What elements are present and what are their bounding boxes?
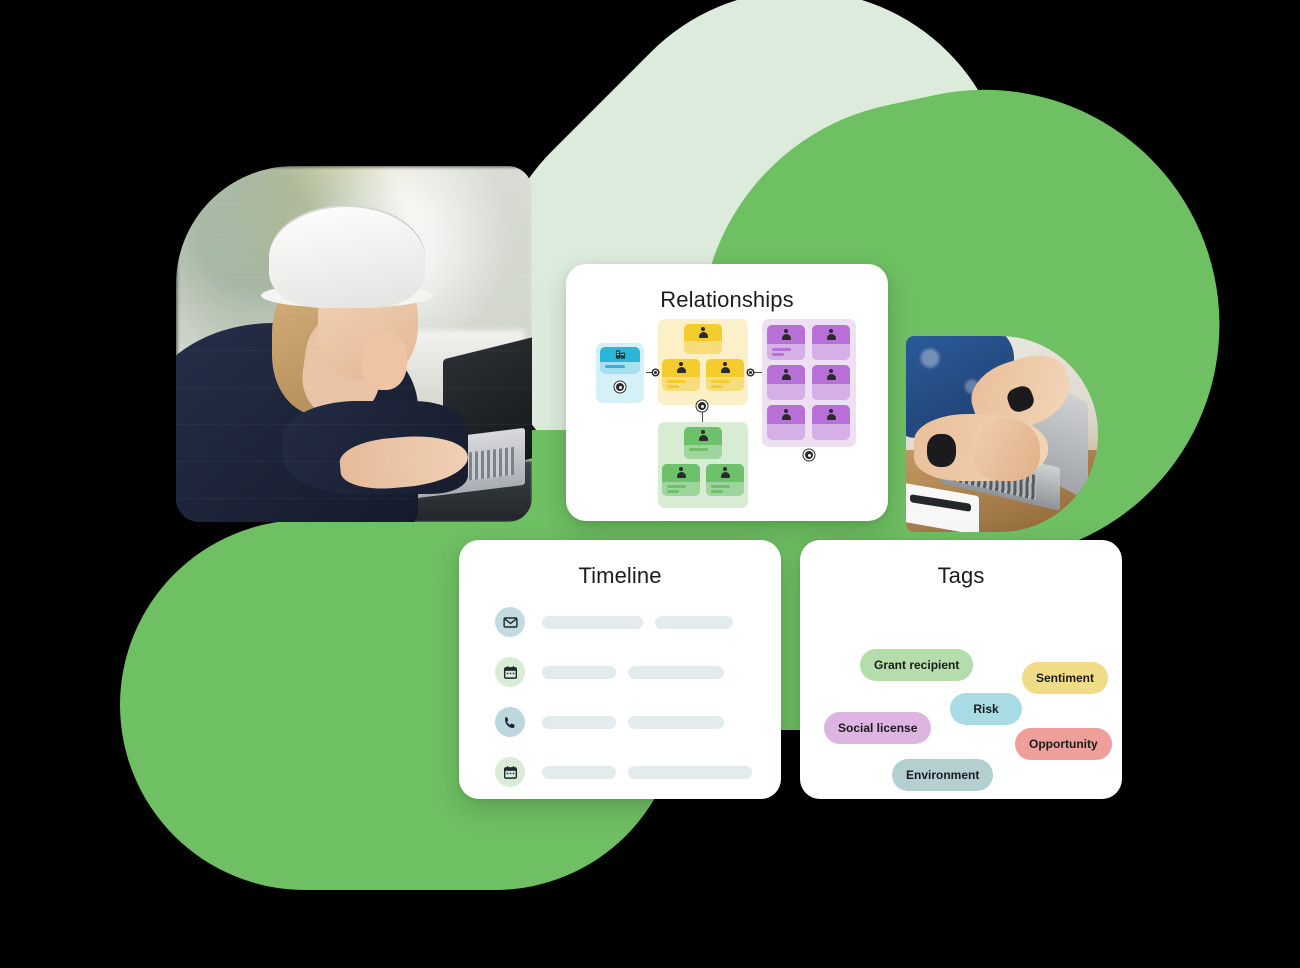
person-node[interactable] bbox=[767, 325, 805, 360]
tags-card: Tags Grant recipient Sentiment Risk Soci… bbox=[800, 540, 1122, 799]
person-icon bbox=[720, 467, 730, 479]
hero-illustration: Relationships Timeline Tags Grant recipi… bbox=[0, 0, 1300, 968]
tag-risk[interactable]: Risk bbox=[950, 693, 1022, 725]
phone-icon bbox=[495, 707, 525, 737]
person-node[interactable] bbox=[662, 464, 700, 496]
timeline-list bbox=[459, 589, 781, 787]
person-node[interactable] bbox=[662, 359, 700, 391]
relationships-diagram bbox=[566, 317, 888, 508]
person-node[interactable] bbox=[812, 405, 850, 440]
entity-gear-icon[interactable] bbox=[616, 383, 624, 391]
person-node[interactable] bbox=[812, 325, 850, 360]
timeline-skeleton-bars bbox=[542, 715, 724, 729]
timeline-card: Timeline bbox=[459, 540, 781, 799]
connector-dot bbox=[653, 369, 658, 375]
org-group-green[interactable] bbox=[658, 422, 748, 508]
email-icon bbox=[495, 607, 525, 637]
relationships-title: Relationships bbox=[660, 287, 794, 312]
photo-hands-typing-on-laptop bbox=[906, 336, 1098, 532]
timeline-row[interactable] bbox=[495, 707, 755, 737]
tag-environment[interactable]: Environment bbox=[892, 759, 994, 791]
tag-opportunity[interactable]: Opportunity bbox=[1015, 728, 1112, 760]
person-icon bbox=[676, 362, 686, 374]
connector-dot bbox=[748, 369, 753, 375]
person-icon bbox=[698, 326, 708, 338]
timeline-title: Timeline bbox=[578, 563, 662, 588]
timeline-skeleton-bars bbox=[542, 615, 733, 629]
calendar-icon bbox=[495, 657, 525, 687]
person-icon bbox=[781, 329, 791, 341]
timeline-skeleton-bars bbox=[542, 765, 752, 779]
person-icon bbox=[676, 467, 686, 479]
timeline-row[interactable] bbox=[495, 607, 755, 637]
person-icon bbox=[826, 329, 836, 341]
person-icon bbox=[720, 362, 730, 374]
tag-sentiment[interactable]: Sentiment bbox=[1022, 662, 1109, 694]
person-node[interactable] bbox=[706, 359, 744, 391]
relationships-card: Relationships bbox=[566, 264, 888, 521]
person-node[interactable] bbox=[812, 365, 850, 400]
tag-cloud: Grant recipient Sentiment Risk Social li… bbox=[800, 589, 1122, 791]
person-node[interactable] bbox=[767, 365, 805, 400]
tags-title: Tags bbox=[937, 563, 985, 588]
person-node[interactable] bbox=[767, 405, 805, 440]
timeline-row[interactable] bbox=[495, 657, 755, 687]
person-icon bbox=[781, 409, 791, 421]
person-node[interactable] bbox=[684, 324, 722, 354]
person-icon bbox=[698, 430, 708, 442]
person-icon bbox=[826, 369, 836, 381]
person-icon bbox=[826, 409, 836, 421]
people-group-purple[interactable] bbox=[762, 319, 856, 447]
tag-grant-recipient[interactable]: Grant recipient bbox=[860, 649, 974, 681]
org-group-yellow[interactable] bbox=[658, 319, 748, 405]
entity-group-blue[interactable] bbox=[596, 343, 644, 403]
person-node[interactable] bbox=[706, 464, 744, 496]
photo-engineer-with-hardhat bbox=[176, 166, 532, 522]
connector-gear-icon[interactable] bbox=[698, 402, 706, 410]
person-node[interactable] bbox=[684, 427, 722, 459]
calendar-icon bbox=[495, 757, 525, 787]
entity-node[interactable] bbox=[600, 347, 640, 374]
building-icon bbox=[600, 347, 640, 362]
person-icon bbox=[781, 369, 791, 381]
timeline-row[interactable] bbox=[495, 757, 755, 787]
tag-social-license[interactable]: Social license bbox=[824, 712, 932, 744]
purple-group-gear-icon[interactable] bbox=[805, 451, 813, 459]
timeline-skeleton-bars bbox=[542, 665, 724, 679]
